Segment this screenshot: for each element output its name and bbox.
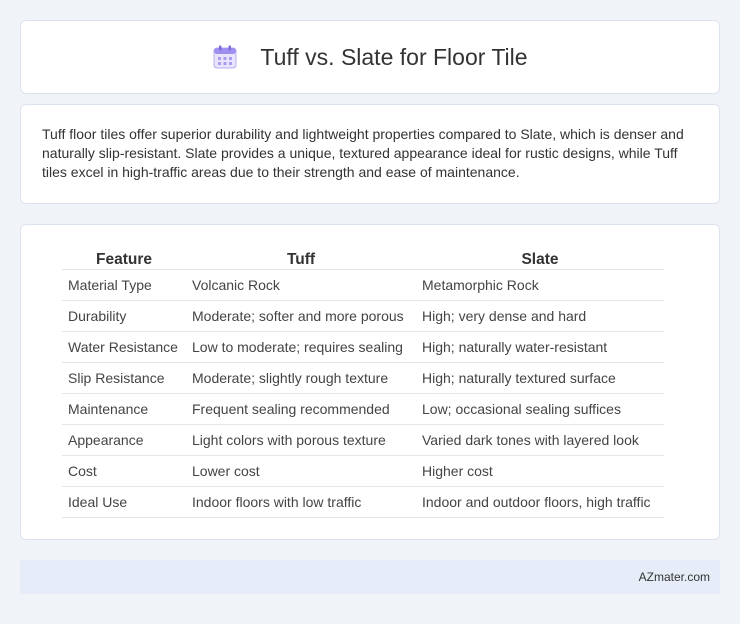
comparison-table-card: Feature Tuff Slate Material Type Volcani… xyxy=(20,224,720,540)
tuff-cell: Frequent sealing recommended xyxy=(186,393,416,425)
slate-cell: Indoor and outdoor floors, high traffic xyxy=(416,486,664,518)
feature-cell: Ideal Use xyxy=(62,486,186,518)
tuff-cell: Moderate; softer and more porous xyxy=(186,300,416,332)
table-row: Water Resistance Low to moderate; requir… xyxy=(62,331,664,363)
feature-cell: Material Type xyxy=(62,269,186,301)
table-row: Appearance Light colors with porous text… xyxy=(62,424,664,456)
table-row: Maintenance Frequent sealing recommended… xyxy=(62,393,664,425)
calendar-icon xyxy=(212,44,238,70)
footer-brand: AZmater.com xyxy=(638,570,710,584)
tuff-cell: Indoor floors with low traffic xyxy=(186,486,416,518)
header-slate: Slate xyxy=(416,246,664,270)
table-row: Slip Resistance Moderate; slightly rough… xyxy=(62,362,664,394)
slate-cell: High; naturally water-resistant xyxy=(416,331,664,363)
title-card: Tuff vs. Slate for Floor Tile xyxy=(20,20,720,94)
header-feature: Feature xyxy=(62,246,186,270)
feature-cell: Cost xyxy=(62,455,186,487)
slate-cell: Higher cost xyxy=(416,455,664,487)
tuff-cell: Lower cost xyxy=(186,455,416,487)
table-row: Cost Lower cost Higher cost xyxy=(62,455,664,487)
tuff-cell: Light colors with porous texture xyxy=(186,424,416,456)
slate-cell: High; very dense and hard xyxy=(416,300,664,332)
tuff-cell: Volcanic Rock xyxy=(186,269,416,301)
slate-cell: High; naturally textured surface xyxy=(416,362,664,394)
feature-cell: Slip Resistance xyxy=(62,362,186,394)
feature-cell: Water Resistance xyxy=(62,331,186,363)
tuff-cell: Moderate; slightly rough texture xyxy=(186,362,416,394)
feature-cell: Appearance xyxy=(62,424,186,456)
summary-text: Tuff floor tiles offer superior durabili… xyxy=(42,126,684,180)
page-title: Tuff vs. Slate for Floor Tile xyxy=(260,43,528,70)
footer: AZmater.com xyxy=(20,560,720,594)
slate-cell: Low; occasional sealing suffices xyxy=(416,393,664,425)
slate-cell: Varied dark tones with layered look xyxy=(416,424,664,456)
feature-cell: Maintenance xyxy=(62,393,186,425)
table-header-row: Feature Tuff Slate xyxy=(62,246,664,270)
header-tuff: Tuff xyxy=(186,246,416,270)
table-row: Ideal Use Indoor floors with low traffic… xyxy=(62,486,664,518)
summary-card: Tuff floor tiles offer superior durabili… xyxy=(20,104,720,204)
table-row: Material Type Volcanic Rock Metamorphic … xyxy=(62,269,664,301)
comparison-table: Feature Tuff Slate Material Type Volcani… xyxy=(62,246,664,518)
feature-cell: Durability xyxy=(62,300,186,332)
table-row: Durability Moderate; softer and more por… xyxy=(62,300,664,332)
tuff-cell: Low to moderate; requires sealing xyxy=(186,331,416,363)
slate-cell: Metamorphic Rock xyxy=(416,269,664,301)
